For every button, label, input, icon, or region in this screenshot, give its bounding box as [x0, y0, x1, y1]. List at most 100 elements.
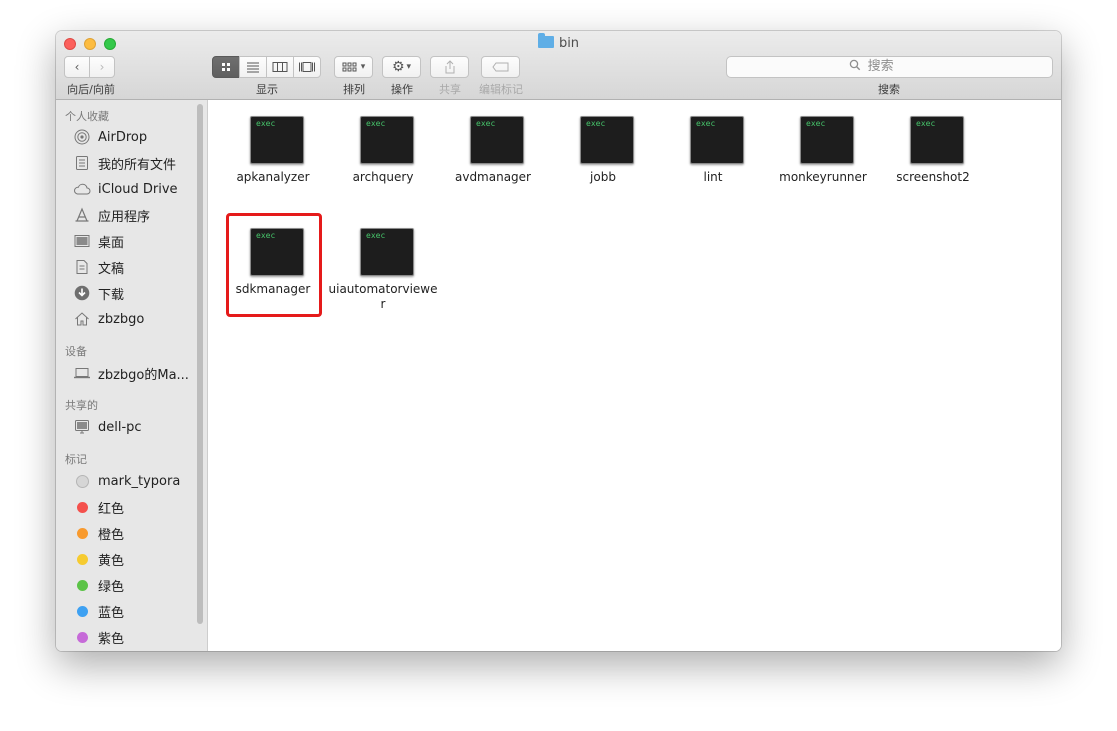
sidebar-tag-item[interactable]: 红色	[56, 496, 196, 518]
sidebar-item-label: AirDrop	[98, 129, 148, 145]
arrange-label: 排列	[343, 83, 365, 96]
search-icon	[850, 59, 861, 71]
list-view-button[interactable]	[239, 56, 267, 78]
search-field[interactable]	[726, 56, 1053, 78]
shared-header: 共享的	[65, 399, 98, 412]
sidebar-scrollbar[interactable]	[197, 104, 203, 624]
sidebar-item-label: 下载	[98, 287, 125, 303]
share-button[interactable]	[430, 56, 469, 78]
sidebar-tag-label: 紫色	[98, 631, 125, 647]
file-item[interactable]: exec uiautomatorviewer	[328, 212, 438, 322]
sidebar-tag-item[interactable]: 蓝色	[56, 600, 196, 622]
window-title-text: bin	[558, 36, 580, 51]
chevron-down-icon: ▾	[360, 62, 366, 72]
sidebar-item-applications[interactable]: 应用程序	[56, 204, 196, 226]
tag-color-dot-icon	[73, 628, 91, 646]
file-item[interactable]: exec apkanalyzer	[218, 100, 328, 210]
cloud-icon	[73, 180, 91, 198]
tag-color-dot-icon	[73, 602, 91, 620]
sidebar-tag-label: 黄色	[98, 553, 125, 569]
view-label: 显示	[256, 83, 278, 96]
sidebar-item-icloud-drive[interactable]: iCloud Drive	[56, 178, 196, 200]
gallery-view-icon	[299, 62, 315, 72]
file-item[interactable]: exec screenshot2	[878, 100, 988, 210]
sidebar-tag-item[interactable]: 橙色	[56, 522, 196, 544]
airdrop-icon	[73, 128, 91, 146]
sidebar-tag-item[interactable]: 绿色	[56, 574, 196, 596]
terminal-exec-icon: exec	[470, 116, 524, 164]
terminal-exec-icon: exec	[360, 116, 414, 164]
color-dot	[75, 474, 89, 488]
file-name: screenshot2	[896, 170, 970, 184]
file-name: apkanalyzer	[236, 170, 310, 184]
finder-window: bin ‹ › 向后/向前 显示 ▾ 排列 ⚙ ▾ 操作 共享 编辑标记 搜索 …	[56, 31, 1061, 651]
column-view-button[interactable]	[266, 56, 294, 78]
sidebar: 个人收藏 AirDrop 我的所有文件 iCloud Drive 应用程序 桌面…	[56, 100, 208, 651]
back-forward-group: ‹ ›	[64, 56, 116, 78]
color-dot	[76, 605, 88, 617]
terminal-exec-icon: exec	[690, 116, 744, 164]
file-name: archquery	[352, 170, 414, 184]
search-label: 搜索	[878, 83, 900, 96]
file-name: uiautomatorviewer	[328, 282, 438, 311]
applications-icon	[73, 206, 91, 224]
file-item[interactable]: exec avdmanager	[438, 100, 548, 210]
exec-badge: exec	[806, 119, 826, 128]
sidebar-item-macbook[interactable]: zbzbgo的Ma...	[56, 362, 196, 384]
sidebar-tag-label: 蓝色	[98, 605, 125, 621]
sidebar-tag-item[interactable]: mark_typora	[56, 470, 196, 492]
gallery-view-button[interactable]	[293, 56, 321, 78]
sidebar-tag-item[interactable]: 紫色	[56, 626, 196, 648]
arrange-button[interactable]: ▾	[334, 56, 373, 78]
sidebar-tag-label: 红色	[98, 501, 125, 517]
edit-tags-button[interactable]	[481, 56, 520, 78]
sidebar-item-desktop[interactable]: 桌面	[56, 230, 196, 252]
terminal-exec-icon: exec	[580, 116, 634, 164]
sidebar-item-documents[interactable]: 文稿	[56, 256, 196, 278]
sidebar-item-label: dell-pc	[98, 419, 142, 435]
tag-color-dot-icon	[73, 576, 91, 594]
share-icon	[445, 60, 454, 74]
color-dot	[76, 501, 88, 513]
sidebar-item-label: iCloud Drive	[98, 181, 178, 197]
file-name: monkeyrunner	[779, 170, 867, 184]
color-dot	[76, 527, 88, 539]
sidebar-item-home[interactable]: zbzbgo	[56, 308, 196, 330]
exec-badge: exec	[916, 119, 936, 128]
sidebar-item-label: zbzbgo	[98, 311, 145, 327]
sidebar-item-label: 文稿	[98, 261, 125, 277]
sidebar-tag-label: 橙色	[98, 527, 125, 543]
action-label: 操作	[391, 83, 413, 96]
sidebar-item-all-files[interactable]: 我的所有文件	[56, 152, 196, 174]
sidebar-item-dell-pc[interactable]: dell-pc	[56, 416, 196, 438]
file-item[interactable]: exec jobb	[548, 100, 658, 210]
tag-icon	[491, 62, 508, 72]
tags-header: 标记	[65, 453, 87, 466]
chevron-right-icon: ›	[99, 60, 105, 74]
sidebar-tag-label: 绿色	[98, 579, 125, 595]
laptop-icon	[73, 364, 91, 382]
window-title: bin	[56, 33, 1061, 53]
forward-button[interactable]: ›	[89, 56, 115, 78]
sidebar-item-airdrop[interactable]: AirDrop	[56, 126, 196, 148]
file-name: avdmanager	[454, 170, 531, 184]
search-input[interactable]	[865, 58, 930, 75]
download-icon	[73, 284, 91, 302]
list-view-icon	[247, 62, 259, 73]
back-button[interactable]: ‹	[64, 56, 90, 78]
monitor-icon	[73, 418, 91, 436]
file-item[interactable]: exec lint	[658, 100, 768, 210]
exec-badge: exec	[696, 119, 716, 128]
action-button[interactable]: ⚙ ▾	[382, 56, 421, 78]
file-item[interactable]: exec monkeyrunner	[768, 100, 878, 210]
file-item[interactable]: exec archquery	[328, 100, 438, 210]
devices-header: 设备	[65, 345, 87, 358]
documents-icon	[73, 258, 91, 276]
folder-icon	[537, 33, 554, 48]
arrange-grid-icon	[342, 62, 357, 72]
exec-badge: exec	[476, 119, 496, 128]
sidebar-item-label: zbzbgo的Ma...	[98, 367, 189, 383]
icon-view-button[interactable]	[212, 56, 240, 78]
sidebar-tag-item[interactable]: 黄色	[56, 548, 196, 570]
sidebar-item-downloads[interactable]: 下载	[56, 282, 196, 304]
